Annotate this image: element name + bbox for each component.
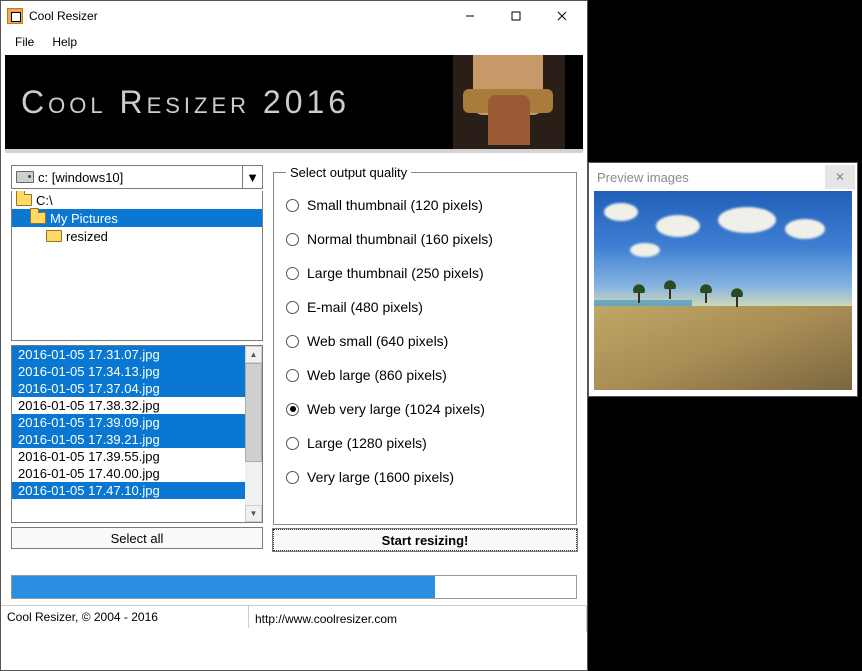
- app-icon: [7, 8, 23, 24]
- file-row[interactable]: 2016-01-05 17.47.10.jpg: [12, 482, 245, 499]
- chevron-down-icon[interactable]: ▼: [242, 166, 262, 188]
- quality-label: Web large (860 pixels): [307, 367, 447, 383]
- radio-icon[interactable]: [286, 403, 299, 416]
- radio-icon[interactable]: [286, 233, 299, 246]
- file-list: 2016-01-05 17.31.07.jpg2016-01-05 17.34.…: [11, 345, 263, 523]
- minimize-button[interactable]: [447, 2, 493, 30]
- quality-option[interactable]: Web very large (1024 pixels): [286, 392, 564, 426]
- main-window: Cool Resizer File Help Cool Resizer 2016…: [0, 0, 588, 671]
- status-bar: Cool Resizer, © 2004 - 2016 http://www.c…: [1, 605, 587, 626]
- tree-row-root[interactable]: C:\: [12, 191, 262, 209]
- quality-group: Select output quality Small thumbnail (1…: [273, 165, 577, 525]
- tree-row-mypictures[interactable]: My Pictures: [12, 209, 262, 227]
- radio-icon[interactable]: [286, 437, 299, 450]
- quality-option[interactable]: Very large (1600 pixels): [286, 460, 564, 494]
- file-row[interactable]: 2016-01-05 17.37.04.jpg: [12, 380, 245, 397]
- folder-tree[interactable]: C:\ My Pictures resized: [11, 191, 263, 341]
- file-row[interactable]: 2016-01-05 17.31.07.jpg: [12, 346, 245, 363]
- tree-row-resized[interactable]: resized: [12, 227, 262, 245]
- file-row[interactable]: 2016-01-05 17.39.21.jpg: [12, 431, 245, 448]
- folder-label: My Pictures: [50, 211, 118, 226]
- file-list-body[interactable]: 2016-01-05 17.31.07.jpg2016-01-05 17.34.…: [12, 346, 245, 522]
- radio-icon[interactable]: [286, 301, 299, 314]
- folder-icon: [16, 194, 32, 206]
- radio-icon[interactable]: [286, 335, 299, 348]
- quality-legend: Select output quality: [286, 165, 411, 180]
- progress-fill: [12, 576, 435, 598]
- drive-select[interactable]: c: [windows10] ▼: [11, 165, 263, 189]
- right-column: Select output quality Small thumbnail (1…: [273, 165, 577, 551]
- preview-image: [594, 191, 852, 390]
- file-row[interactable]: 2016-01-05 17.39.09.jpg: [12, 414, 245, 431]
- quality-label: Web very large (1024 pixels): [307, 401, 485, 417]
- file-row[interactable]: 2016-01-05 17.39.55.jpg: [12, 448, 245, 465]
- status-copyright: Cool Resizer, © 2004 - 2016: [1, 606, 249, 628]
- quality-option[interactable]: Web large (860 pixels): [286, 358, 564, 392]
- radio-icon[interactable]: [286, 471, 299, 484]
- content-area: c: [windows10] ▼ C:\ My Pictures resized: [1, 153, 587, 557]
- radio-icon[interactable]: [286, 369, 299, 382]
- preview-title-bar: Preview images ✕: [589, 163, 857, 191]
- radio-icon[interactable]: [286, 199, 299, 212]
- select-all-button[interactable]: Select all: [11, 527, 263, 549]
- quality-label: Web small (640 pixels): [307, 333, 448, 349]
- folder-label: resized: [66, 229, 108, 244]
- quality-label: Normal thumbnail (160 pixels): [307, 231, 493, 247]
- quality-label: Large (1280 pixels): [307, 435, 427, 451]
- banner-figure: [453, 55, 565, 151]
- scrollbar[interactable]: ▲ ▼: [245, 346, 262, 522]
- quality-option[interactable]: Web small (640 pixels): [286, 324, 564, 358]
- quality-option[interactable]: Normal thumbnail (160 pixels): [286, 222, 564, 256]
- folder-icon: [30, 212, 46, 224]
- title-bar: Cool Resizer: [1, 1, 587, 31]
- maximize-button[interactable]: [493, 2, 539, 30]
- close-button[interactable]: [539, 2, 585, 30]
- scroll-track[interactable]: [245, 363, 262, 505]
- quality-option[interactable]: Large thumbnail (250 pixels): [286, 256, 564, 290]
- drive-icon: [16, 171, 34, 183]
- menu-file[interactable]: File: [7, 33, 42, 51]
- scroll-up-button[interactable]: ▲: [245, 346, 262, 363]
- window-title: Cool Resizer: [29, 9, 447, 23]
- file-row[interactable]: 2016-01-05 17.34.13.jpg: [12, 363, 245, 380]
- folder-icon: [46, 230, 62, 242]
- drive-label: c: [windows10]: [38, 170, 123, 185]
- start-resizing-button[interactable]: Start resizing!: [273, 529, 577, 551]
- quality-label: Small thumbnail (120 pixels): [307, 197, 483, 213]
- file-row[interactable]: 2016-01-05 17.40.00.jpg: [12, 465, 245, 482]
- preview-title: Preview images: [597, 170, 689, 185]
- scroll-thumb[interactable]: [245, 363, 262, 462]
- banner: Cool Resizer 2016: [5, 55, 583, 153]
- scroll-down-button[interactable]: ▼: [245, 505, 262, 522]
- folder-label: C:\: [36, 193, 53, 208]
- quality-option[interactable]: Small thumbnail (120 pixels): [286, 188, 564, 222]
- file-row[interactable]: 2016-01-05 17.38.32.jpg: [12, 397, 245, 414]
- quality-label: Very large (1600 pixels): [307, 469, 454, 485]
- quality-option[interactable]: Large (1280 pixels): [286, 426, 564, 460]
- progress-bar: [11, 575, 577, 599]
- left-column: c: [windows10] ▼ C:\ My Pictures resized: [11, 165, 263, 551]
- quality-label: E-mail (480 pixels): [307, 299, 423, 315]
- banner-text: Cool Resizer 2016: [5, 84, 350, 121]
- preview-window: Preview images ✕: [588, 162, 858, 397]
- preview-close-button[interactable]: ✕: [825, 165, 855, 189]
- quality-option[interactable]: E-mail (480 pixels): [286, 290, 564, 324]
- quality-label: Large thumbnail (250 pixels): [307, 265, 484, 281]
- status-url: http://www.coolresizer.com: [249, 606, 587, 632]
- menu-help[interactable]: Help: [44, 33, 85, 51]
- menu-bar: File Help: [1, 31, 587, 53]
- radio-icon[interactable]: [286, 267, 299, 280]
